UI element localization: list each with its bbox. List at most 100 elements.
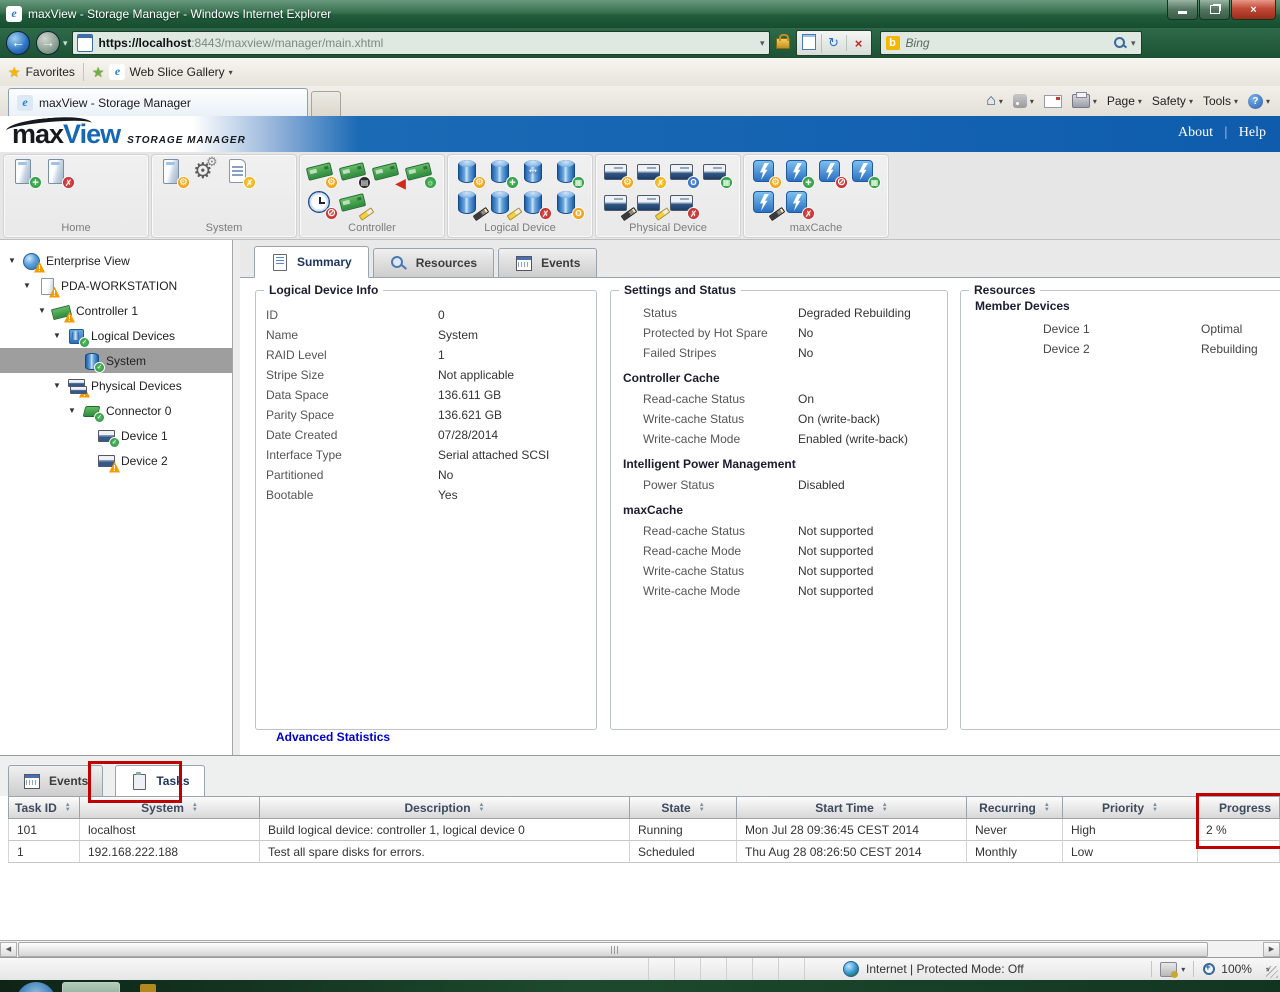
home-icon[interactable]: ⌂ xyxy=(986,92,996,110)
initialize-physical-device-button[interactable]: ▦ xyxy=(701,158,734,188)
tree-item-device-2[interactable]: !Device 2 xyxy=(0,448,232,473)
tab-resources[interactable]: Resources xyxy=(373,248,494,277)
taskbar-app-icon[interactable] xyxy=(62,982,120,992)
web-slice-dropdown[interactable]: ▾ xyxy=(229,68,233,77)
help-icon[interactable]: ? xyxy=(1248,94,1263,109)
tree-item-controller-1[interactable]: ▼!Controller 1 xyxy=(0,298,232,323)
initialize-logical-device-button[interactable]: ▦ xyxy=(553,158,586,188)
maxview-settings-button[interactable] xyxy=(191,158,224,188)
forward-button[interactable]: → xyxy=(36,31,60,55)
collapse-arrow-icon[interactable]: ▼ xyxy=(68,406,82,415)
column-header-description[interactable]: Description▲▼ xyxy=(260,796,630,819)
help-dropdown[interactable]: ▾ xyxy=(1266,97,1270,106)
search-box[interactable]: b Bing ▾ xyxy=(880,31,1142,55)
collapse-arrow-icon[interactable]: ▼ xyxy=(53,331,67,340)
sort-icon[interactable]: ▲▼ xyxy=(479,803,485,813)
restore-button[interactable] xyxy=(1199,0,1230,20)
locate-physical-device-button[interactable] xyxy=(602,189,635,219)
scrollbar-thumb[interactable] xyxy=(18,942,1208,957)
recent-pages-dropdown[interactable]: ▾ xyxy=(63,38,68,49)
print-icon[interactable] xyxy=(1072,94,1090,108)
search-dropdown[interactable]: ▾ xyxy=(1131,38,1136,49)
secure-erase-physical-device-button[interactable] xyxy=(635,189,668,219)
sort-icon[interactable]: ▲▼ xyxy=(699,803,705,813)
add-system-button[interactable]: + xyxy=(10,158,43,188)
sort-icon[interactable]: ▲▼ xyxy=(1044,803,1050,813)
minimize-button[interactable] xyxy=(1167,0,1198,20)
force-online-logical-device-button[interactable]: O xyxy=(553,189,586,219)
page-mode-dropdown[interactable]: ▾ xyxy=(1181,965,1185,974)
fail-physical-device-button[interactable]: ✗ xyxy=(668,189,701,219)
erase-configuration-button[interactable] xyxy=(339,189,372,219)
controller-settings-button[interactable]: ⚙ xyxy=(306,158,339,188)
column-header-state[interactable]: State▲▼ xyxy=(630,796,737,819)
sort-icon[interactable]: ▲▼ xyxy=(192,803,198,813)
scroll-right-arrow[interactable]: ▶ xyxy=(1263,942,1280,957)
column-header-task-id[interactable]: Task ID▲▼ xyxy=(8,796,80,819)
sort-icon[interactable]: ▲▼ xyxy=(65,803,71,813)
locate-maxcache-button[interactable] xyxy=(750,189,783,219)
stop-button[interactable]: × xyxy=(847,36,871,51)
tree-item-logical-devices[interactable]: ▼✓Logical Devices xyxy=(0,323,232,348)
initialize-maxcache-button[interactable]: ▦ xyxy=(849,158,882,188)
tab-events[interactable]: Events xyxy=(498,248,597,277)
tree-item-physical-devices[interactable]: ▼!Physical Devices xyxy=(0,373,232,398)
sort-icon[interactable]: ▲▼ xyxy=(1152,803,1158,813)
logical-device-settings-button[interactable]: ⚙ xyxy=(454,158,487,188)
restore-configuration-button[interactable]: ◀ xyxy=(372,158,405,188)
scroll-left-arrow[interactable]: ◀ xyxy=(0,942,17,957)
feeds-icon[interactable] xyxy=(1013,94,1027,108)
page-mode-icon[interactable] xyxy=(1160,962,1177,977)
tree-item-connector-0[interactable]: ▼✓Connector 0 xyxy=(0,398,232,423)
rescan-controller-button[interactable]: ○ xyxy=(405,158,438,188)
spare-management-button[interactable]: ✗ xyxy=(635,158,668,188)
table-row[interactable]: 1192.168.222.188Test all spare disks for… xyxy=(8,841,1280,863)
print-dropdown[interactable]: ▾ xyxy=(1093,97,1097,106)
tree-item-enterprise-view[interactable]: ▼!Enterprise View xyxy=(0,248,232,273)
horizontal-scrollbar[interactable]: ◀ ▶ xyxy=(0,940,1280,957)
browser-tab-active[interactable]: e maxView - Storage Manager xyxy=(8,88,308,116)
tab-summary[interactable]: Summary xyxy=(254,246,369,278)
collapse-arrow-icon[interactable]: ▼ xyxy=(53,381,67,390)
tools-menu[interactable]: Tools▾ xyxy=(1203,94,1238,108)
collapse-arrow-icon[interactable]: ▼ xyxy=(38,306,52,315)
system-settings-button[interactable]: ⚙ xyxy=(158,158,191,188)
taskbar-app-icon[interactable] xyxy=(140,984,156,992)
tree-item-device-1[interactable]: ✓Device 1 xyxy=(0,423,232,448)
feeds-dropdown[interactable]: ▾ xyxy=(1030,97,1034,106)
column-header-priority[interactable]: Priority▲▼ xyxy=(1063,796,1198,819)
locate-logical-device-button[interactable] xyxy=(454,189,487,219)
mail-icon[interactable] xyxy=(1044,95,1062,108)
advanced-statistics-link[interactable]: Advanced Statistics xyxy=(276,730,390,744)
search-icon[interactable] xyxy=(1113,36,1127,50)
safety-menu[interactable]: Safety▾ xyxy=(1152,94,1193,108)
tree-item-pda-workstation[interactable]: ▼!PDA-WORKSTATION xyxy=(0,273,232,298)
archive-logs-button[interactable]: ✗ xyxy=(224,158,257,188)
column-header-progress[interactable]: Progress xyxy=(1198,796,1280,819)
page-menu[interactable]: Page▾ xyxy=(1107,94,1142,108)
collapse-arrow-icon[interactable]: ▼ xyxy=(8,256,22,265)
save-configuration-button[interactable]: ▤ xyxy=(339,158,372,188)
device-power-management-button[interactable]: O xyxy=(668,158,701,188)
column-header-system[interactable]: System▲▼ xyxy=(80,796,260,819)
start-orb-icon[interactable] xyxy=(16,982,56,992)
expand-logical-device-button[interactable]: ↔ xyxy=(520,158,553,188)
disable-maxcache-button[interactable]: ⊘ xyxy=(816,158,849,188)
create-logical-device-button[interactable]: + xyxy=(487,158,520,188)
resize-grip[interactable] xyxy=(1266,966,1278,978)
url-text[interactable]: https://localhost:8443/maxview/manager/m… xyxy=(99,36,384,50)
column-header-recurring[interactable]: Recurring▲▼ xyxy=(967,796,1063,819)
delete-maxcache-button[interactable]: ✗ xyxy=(783,189,816,219)
add-favorite-icon[interactable]: ★ xyxy=(92,64,105,81)
delete-logical-device-button[interactable]: ✗ xyxy=(520,189,553,219)
tab-events[interactable]: Events xyxy=(8,765,103,796)
collapse-arrow-icon[interactable]: ▼ xyxy=(23,281,37,290)
address-dropdown[interactable]: ▾ xyxy=(760,38,765,49)
address-bar[interactable]: https://localhost:8443/maxview/manager/m… xyxy=(72,31,770,55)
table-row[interactable]: 101localhostBuild logical device: contro… xyxy=(8,819,1280,841)
tree-item-system[interactable]: ✓System xyxy=(0,348,232,373)
compatibility-view-button[interactable] xyxy=(797,34,822,53)
create-maxcache-button[interactable]: + xyxy=(783,158,816,188)
erase-logical-device-button[interactable] xyxy=(487,189,520,219)
web-slice-gallery-button[interactable]: Web Slice Gallery xyxy=(129,65,224,79)
